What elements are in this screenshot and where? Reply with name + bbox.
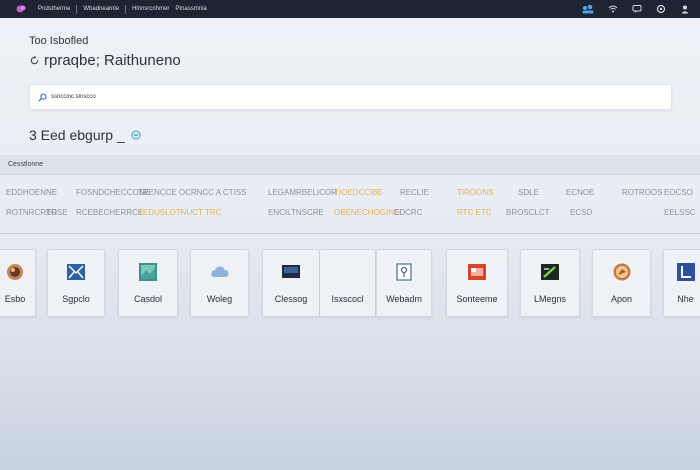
terminal-icon: [541, 264, 559, 280]
app-tile-label: Clessog: [274, 294, 308, 304]
results-summary: 3 Eed ebgurp _: [29, 127, 141, 143]
table-cell: ROTROOS: [622, 188, 663, 197]
app-tile[interactable]: Clessog: [262, 249, 320, 317]
nav-item-2[interactable]: Wbadnearnle: [83, 6, 119, 12]
top-bar: Pndstherme Wbadnearnle Hlnnsrcnhmer Ptna…: [0, 0, 700, 18]
data-table: EDDHOENNE FOSNDCHECCOSE TRENCCE OCRNCC A…: [0, 184, 700, 224]
table-cell: LEGAMRBELICOR: [268, 188, 337, 197]
table-cell: SDLE: [518, 188, 539, 197]
refresh-icon[interactable]: [29, 55, 40, 66]
results-summary-text: 3 Eed ebgurp _: [29, 127, 125, 143]
table-cell: BROSCLCT: [506, 208, 550, 217]
app-tiles: Esbo Sgpclo Casdol Woleg Clessog Isxscoc…: [0, 249, 700, 319]
table-cell: TEDUSLOTNUCT TRC: [138, 208, 222, 217]
table-cell: TIROONS: [457, 188, 494, 197]
table-cell: ECNOE: [566, 188, 595, 197]
app-tile-label: Sonteeme: [456, 294, 498, 304]
table-cell: RECLIE: [400, 188, 429, 197]
app-tile[interactable]: Apon: [592, 249, 651, 317]
app-tile[interactable]: Esbo: [0, 249, 36, 317]
app-tile[interactable]: Casdol: [118, 249, 178, 317]
app-tile-label: Isxscocl: [331, 294, 364, 304]
search-input[interactable]: [51, 94, 651, 100]
nav-divider: [76, 4, 78, 14]
section-header: Cesstlonne: [0, 155, 700, 175]
wifi-icon[interactable]: [608, 4, 618, 14]
nav-divider: [125, 4, 127, 14]
table-cell: ECSD: [570, 208, 593, 217]
people-icon[interactable]: [582, 4, 594, 14]
app-tile[interactable]: Woleg: [190, 249, 249, 317]
divider: [0, 233, 700, 234]
calendar-icon: [468, 264, 486, 280]
mail-icon: [67, 264, 85, 280]
compass-icon: [613, 263, 630, 281]
nav-item-1[interactable]: Pndstherme: [38, 6, 70, 12]
table-cell: EOCSO: [664, 188, 693, 197]
top-icons: [582, 0, 690, 18]
table-cell: RTC ETC: [457, 208, 492, 217]
app-logo-icon[interactable]: [16, 4, 26, 14]
app-tile-label: Nhe: [677, 294, 694, 304]
app-tile[interactable]: Sgpclo: [47, 249, 105, 317]
page-subtitle: Too Isbofled: [29, 35, 89, 47]
document-icon: [396, 263, 412, 281]
app-tile[interactable]: Isxscocl: [320, 249, 376, 317]
app-tile[interactable]: Sonteeme: [446, 249, 508, 317]
page-title: rpraqbe; Raithuneno: [29, 52, 181, 69]
nav-item-3[interactable]: Hlnnsrcnhmer: [132, 6, 169, 12]
table-cell: EDCRC: [394, 208, 423, 217]
page-title-text: rpraqbe; Raithuneno: [44, 52, 181, 69]
app-tile-label: LMegns: [533, 294, 567, 304]
table-cell: TOSE: [46, 208, 68, 217]
chart-icon: [676, 263, 695, 281]
monitor-icon: [282, 265, 300, 278]
table-cell: RCEBECHERRCE: [76, 208, 144, 217]
app-tile-label: Esbo: [4, 294, 26, 304]
app-tile-label: Sgpclo: [62, 294, 90, 304]
app-tile[interactable]: Webadm: [376, 249, 432, 317]
table-cell: ENCILTNSCRE: [268, 208, 324, 217]
chat-icon[interactable]: [632, 4, 642, 14]
chevron-down-icon[interactable]: [131, 130, 141, 140]
app-tile-label: Apon: [610, 294, 633, 304]
nav-item-4[interactable]: Ptnassmnia: [175, 6, 206, 12]
globe-icon: [7, 264, 23, 280]
image-icon: [139, 263, 157, 281]
user-icon[interactable]: [680, 4, 690, 14]
table-cell: OBENECHOGING: [334, 208, 401, 217]
app-tile-label: Webadm: [386, 294, 422, 304]
table-cell: EDDHOENNE: [6, 188, 58, 197]
app-tile[interactable]: Nhe: [663, 249, 700, 317]
table-cell: EELSSC: [664, 208, 696, 217]
search-bar[interactable]: [29, 84, 672, 110]
table-row[interactable]: ROTNRCRER TOSE RCEBECHERRCE TEDUSLOTNUCT…: [0, 204, 700, 224]
section-title: Cesstlonne: [8, 161, 44, 168]
app-tile-label: Woleg: [206, 294, 233, 304]
search-icon: [38, 92, 47, 102]
table-cell: TRENCCE OCRNCC A CTISS: [138, 188, 247, 197]
app-tile[interactable]: LMegns: [520, 249, 580, 317]
settings-icon[interactable]: [656, 4, 666, 14]
table-row[interactable]: EDDHOENNE FOSNDCHECCOSE TRENCCE OCRNCC A…: [0, 184, 700, 204]
app-tile-label: Casdol: [133, 294, 162, 304]
top-nav: Pndstherme Wbadnearnle Hlnnsrcnhmer Ptna…: [38, 0, 207, 18]
cloud-icon: [210, 266, 229, 277]
table-cell: TIOEDCCIBE: [334, 188, 383, 197]
